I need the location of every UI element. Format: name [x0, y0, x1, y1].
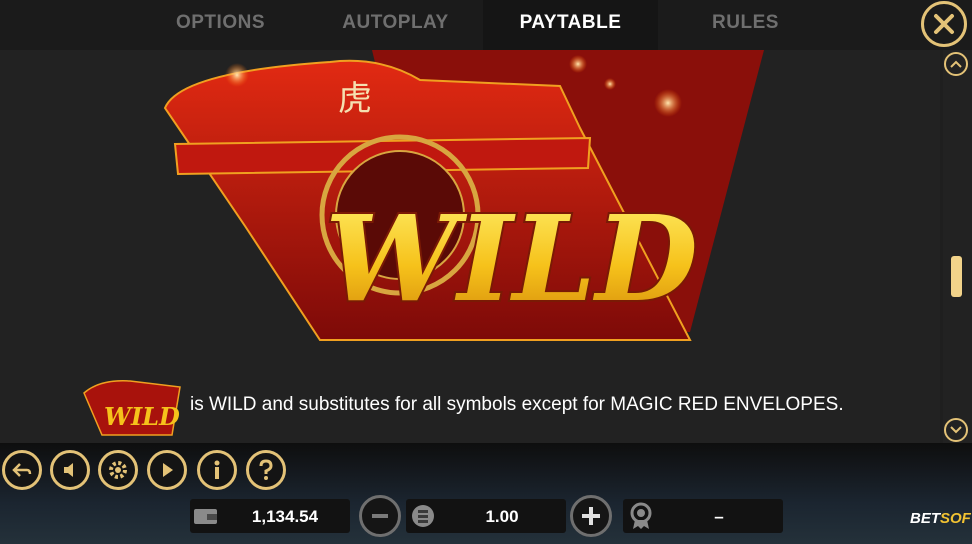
brand-part2: SOFT [940, 510, 972, 527]
wild-mini-icon: WILD [83, 380, 181, 436]
increase-bet-button[interactable] [570, 495, 612, 537]
close-icon [934, 14, 954, 34]
envelope-emblem-char: 虎 [338, 79, 372, 119]
play-icon [163, 463, 173, 477]
wild-mini-label: WILD [104, 402, 180, 431]
tab-autoplay[interactable]: AUTOPLAY [308, 0, 483, 50]
sound-button[interactable] [50, 450, 90, 490]
betsoft-logo: BETSOFT [910, 510, 972, 527]
win-value: – [714, 507, 724, 526]
settings-button[interactable] [98, 450, 138, 490]
back-icon [12, 463, 32, 477]
tab-rules[interactable]: RULES [658, 0, 833, 50]
scrollbar-thumb[interactable] [951, 256, 962, 297]
wallet-icon [194, 509, 217, 524]
award-icon [630, 502, 652, 529]
tab-paytable[interactable]: PAYTABLE [483, 0, 658, 50]
scrollbar-track[interactable] [943, 50, 972, 443]
info-icon [214, 460, 220, 479]
wild-word: WILD [325, 189, 698, 328]
decrease-bet-button[interactable] [359, 495, 401, 537]
balance-value: 1,134.54 [251, 507, 319, 526]
help-button[interactable] [246, 450, 286, 490]
scroll-up-button[interactable] [944, 52, 968, 76]
minus-icon [372, 514, 388, 518]
autoplay-button[interactable] [147, 450, 187, 490]
tab-bar: OPTIONS AUTOPLAY PAYTABLE RULES [0, 0, 972, 50]
scroll-down-icon [950, 426, 962, 434]
help-icon [259, 459, 273, 480]
paytable-content: 虎 WILD WILD [0, 50, 940, 443]
close-button[interactable] [921, 1, 967, 47]
sound-icon [64, 463, 73, 477]
bet-value: 1.00 [485, 507, 519, 526]
tab-options[interactable]: OPTIONS [133, 0, 308, 50]
coins-icon [412, 505, 434, 527]
scroll-up-icon [950, 60, 962, 68]
back-button[interactable] [2, 450, 42, 490]
info-button[interactable] [197, 450, 237, 490]
plus-icon [582, 507, 600, 525]
scroll-down-button[interactable] [944, 418, 968, 442]
brand-part1: BET [910, 510, 940, 527]
wild-description: is WILD and substitutes for all symbols … [190, 394, 844, 415]
settings-icon [109, 461, 127, 479]
